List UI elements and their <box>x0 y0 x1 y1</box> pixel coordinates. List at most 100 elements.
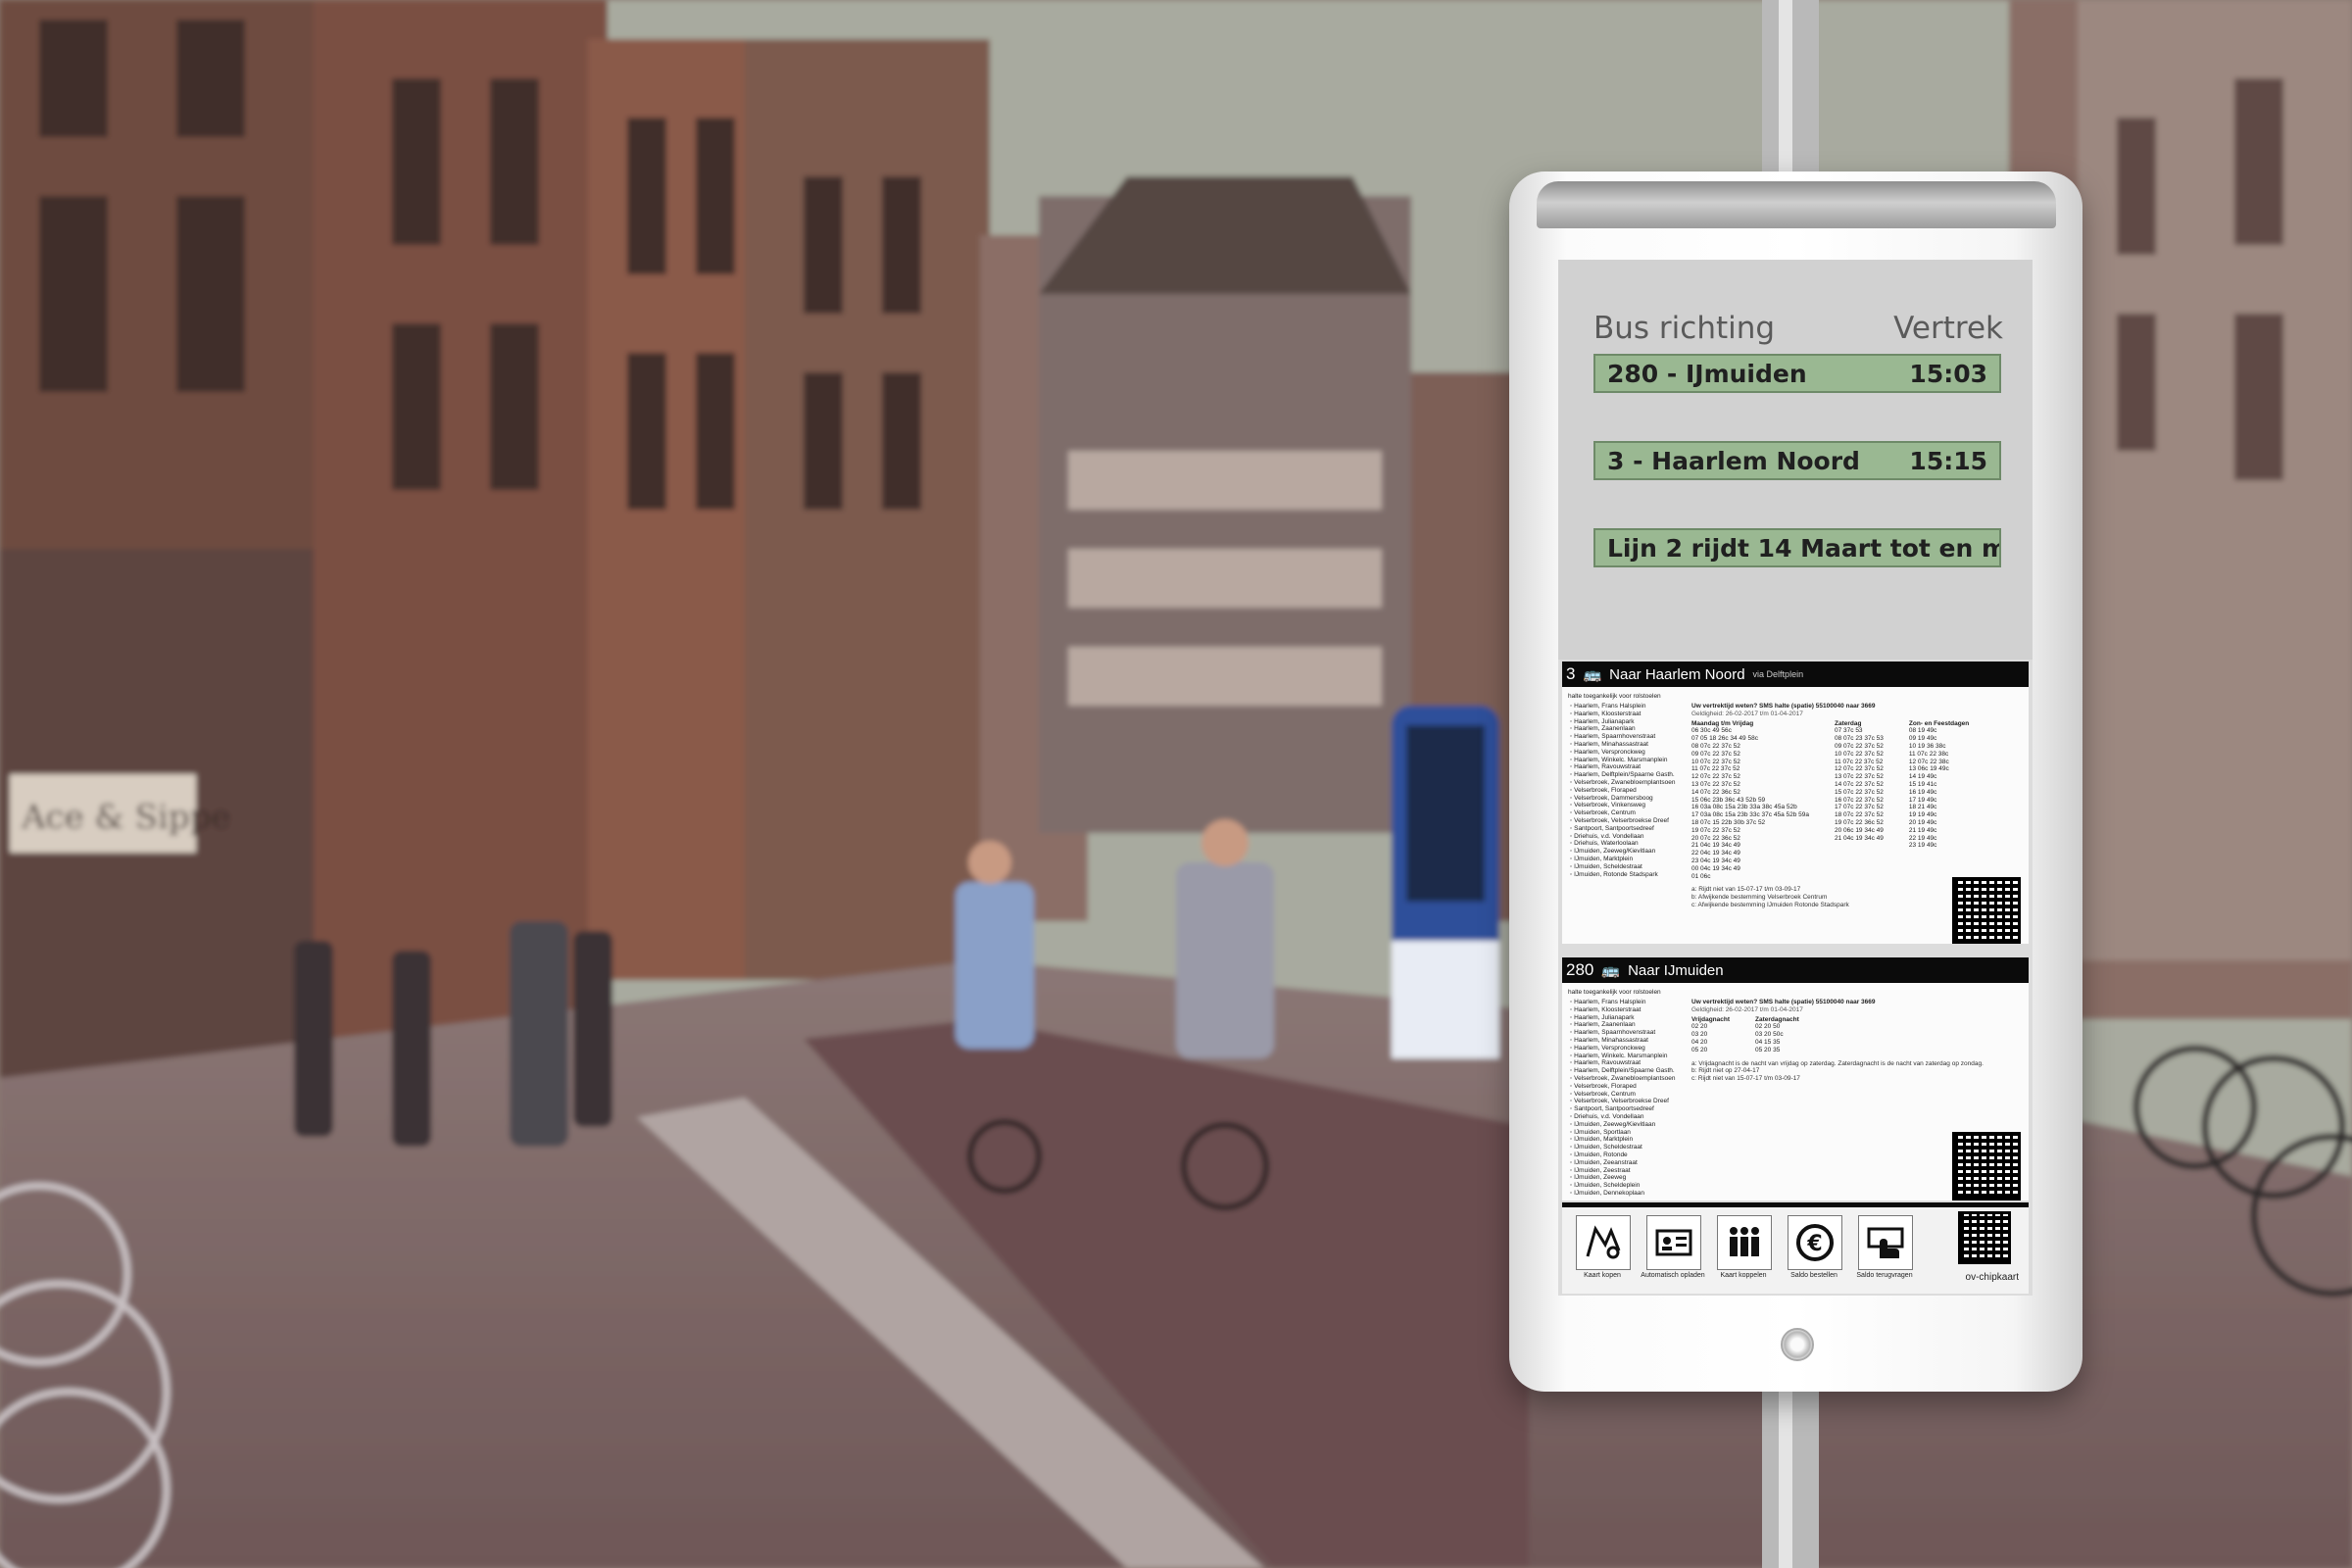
solar-panel-cap <box>1537 181 2056 228</box>
sign-button[interactable] <box>1781 1328 1814 1361</box>
schedule-row: 15 07c 22 37c 52 <box>1835 788 1884 796</box>
stop-item: ◦ IJmuiden, Rotonde <box>1570 1151 1628 1158</box>
tram-front-window <box>1406 725 1485 902</box>
schedule-column: Zaterdagnacht 02 20 50 03 20 50c 04 15 35 05… <box>1755 1016 1799 1054</box>
departure-label: Vertrek <box>1893 311 2003 346</box>
qr-code[interactable] <box>1958 1211 2011 1264</box>
stop-item: ◦ Haarlem, Spaarnhovenstraat <box>1570 1029 1656 1037</box>
schedule-column-title: Zaterdag <box>1835 719 1862 727</box>
epaper-screen: Bus richting Vertrek 280 - IJmuiden 15:0… <box>1558 260 2033 1296</box>
schedule-column-title: Maandag t/m Vrijdag <box>1691 719 1754 727</box>
stop-item: ◦ Velserbroek, Floraped <box>1570 786 1637 794</box>
schedule-row: 11 07c 22 37c 52 <box>1691 765 1740 773</box>
stop-item: ◦ IJmuiden, Scheldestraat <box>1570 1144 1642 1152</box>
sms-info: Uw vertrektijd weten? SMS halte (spatie)… <box>1691 999 1876 1005</box>
departure-route: 3 - Haarlem Noord <box>1607 446 1860 475</box>
stop-item: ◦ IJmuiden, Zeeweg/Kievitlaan <box>1570 848 1656 856</box>
schedule-row: 21 19 49c <box>1908 826 1937 834</box>
stop-item: ◦ Haarlem, Ravouwstraat <box>1570 1059 1642 1067</box>
schedule-row: 04 15 35 <box>1755 1038 1781 1046</box>
shop-sign-text: Ace & Sippe <box>21 798 230 837</box>
stop-item: ◦ IJmuiden, Sportlaan <box>1570 1128 1631 1136</box>
stop-item: ◦ Haarlem, Winkelc. Marsmanplein <box>1570 1052 1668 1059</box>
timetable-info: Uw vertrektijd weten? SMS halte (spatie)… <box>1691 999 2025 1083</box>
schedule-row: 20 07c 22 36c 52 <box>1691 834 1740 842</box>
schedule-column: Zon- en Feestdagen 08 19 49c 09 19 49c 10 1… <box>1909 720 1969 881</box>
schedule-row: 05 20 35 <box>1755 1046 1781 1054</box>
schedule-columns: Maandag t/m Vrijdag 06 30c 49 56c 07 05 18… <box>1691 720 2025 881</box>
stop-item: ◦ Velserbroek, Dammersboog <box>1570 794 1653 802</box>
schedule-row: 02 20 <box>1691 1023 1708 1031</box>
schedule-row: 20 19 49c <box>1908 818 1937 826</box>
stop-item: ◦ IJmuiden, Scheldeplein <box>1570 1182 1641 1190</box>
stop-item: ◦ Velserbroek, Zwanebloemplantsoen <box>1570 1074 1676 1082</box>
schedule-column: Vrijdagnacht 02 20 03 20 04 20 05 20 <box>1691 1016 1730 1054</box>
schedule-row: 19 19 49c <box>1908 811 1937 819</box>
schedule-row: 12 07c 22 37c 52 <box>1691 773 1740 781</box>
stop-item: ◦ IJmuiden, Dennekoplaan <box>1570 1189 1645 1197</box>
stop-item: ◦ IJmuiden, Zeeanstraat <box>1570 1158 1638 1166</box>
schedule-row: 16 07c 22 37c 52 <box>1835 796 1884 804</box>
schedule-row: 00 04c 19 34c 49 <box>1691 864 1740 872</box>
stop-item: ◦ IJmuiden, Scheldestraat <box>1570 862 1642 870</box>
stop-item: ◦ Haarlem, Frans Halsplein <box>1570 999 1646 1005</box>
schedule-row: 09 07c 22 37c 52 <box>1691 750 1740 758</box>
schedule-row: 09 19 49c <box>1908 735 1937 743</box>
stop-item: ◦ Velserbroek, Centrum <box>1570 1090 1636 1098</box>
schedule-row: 17 07c 22 37c 52 <box>1835 804 1884 811</box>
stop-item: ◦ Velserbroek, Zwanebloemplantsoen <box>1570 778 1676 786</box>
schedule-row: 07 37c 53 <box>1835 727 1863 735</box>
validity-text: Geldigheid: 26-02-2017 t/m 01-04-2017 <box>1691 710 1803 717</box>
schedule-row: 23 04c 19 34c 49 <box>1691 857 1740 864</box>
stop-list: ◦ Haarlem, Frans Halsplein ◦ Haarlem, Klo… <box>1570 999 1692 1198</box>
map-route-icon[interactable] <box>1576 1215 1631 1270</box>
stop-item: ◦ Santpoort, Santpoortsedreef <box>1570 1105 1654 1113</box>
qr-code[interactable] <box>1952 1132 2021 1200</box>
timetable-note: c: Rijdt niet van 15-07-17 t/m 03-09-17 <box>1691 1075 1800 1083</box>
schedule-row: 04 20 <box>1691 1038 1708 1046</box>
stop-item: ◦ Velserbroek, Centrum <box>1570 809 1636 817</box>
stop-item: ◦ Haarlem, Kloosterstraat <box>1570 1005 1642 1013</box>
schedule-column-title: Zon- en Feestdagen <box>1908 719 1970 727</box>
timetable-destination: Naar Haarlem Noord <box>1609 665 1745 683</box>
stop-item: ◦ Haarlem, Julianapark <box>1570 1013 1635 1021</box>
stop-item: ◦ Haarlem, Delftplein/Spaarne Gasth. <box>1570 1067 1675 1075</box>
wheelchair-hint: halte toegankelijk voor rolstoelen <box>1568 989 1661 996</box>
id-card-icon[interactable] <box>1646 1215 1701 1270</box>
schedule-row: 06 30c 49 56c <box>1691 727 1732 735</box>
schedule-column: Maandag t/m Vrijdag 06 30c 49 56c 07 05 18… <box>1691 720 1809 881</box>
stop-item: ◦ IJmuiden, Zeeweg/Kievitlaan <box>1570 1120 1656 1128</box>
timetable-via: via Delftplein <box>1752 669 1804 679</box>
euro-icon[interactable]: € <box>1788 1215 1842 1270</box>
timetable-note: a: Vrijdagnacht is de nacht van vrijdag … <box>1691 1059 1984 1067</box>
schedule-row: 07 05 18 26c 34 49 58c <box>1691 735 1758 743</box>
stop-item: ◦ Velserbroek, Velserbroekse Dreef <box>1570 816 1669 824</box>
stop-item: ◦ Haarlem, Minahassastraat <box>1570 740 1648 748</box>
line-number: 280 <box>1566 960 1594 979</box>
wheelchair-hint: halte toegankelijk voor rolstoelen <box>1568 693 1661 700</box>
schedule-row: 21 04c 19 34c 49 <box>1835 834 1884 842</box>
schedule-row: 22 19 49c <box>1908 834 1937 842</box>
departures-header: Bus richting Vertrek <box>1593 311 2003 346</box>
schedule-row: 12 07c 22 38c <box>1908 758 1949 765</box>
timetable-line-3: 3 🚌 Naar Haarlem Noord via Delftplein ha… <box>1562 662 2029 944</box>
departure-time: 15:15 <box>1909 446 1987 475</box>
card-payment-icon[interactable] <box>1858 1215 1913 1270</box>
schedule-row: 11 07c 22 38c <box>1908 750 1949 758</box>
line-number: 3 <box>1566 664 1576 683</box>
schedule-row: 18 07c 15 22b 30b 37c 52 <box>1691 818 1766 826</box>
schedule-row: 09 07c 22 37c 52 <box>1835 742 1884 750</box>
qr-code[interactable] <box>1952 877 2021 944</box>
schedule-row: 19 07c 22 36c 52 <box>1835 818 1884 826</box>
ov-chipkaart-services: Kaart kopen Automatisch opladen Kaart ko… <box>1562 1202 2029 1294</box>
service-label: Saldo terugvragen <box>1856 1272 1913 1279</box>
stop-item: ◦ Haarlem, Spaarnhovenstraat <box>1570 733 1656 741</box>
stop-item: ◦ Velserbroek, Vinkensweg <box>1570 802 1645 809</box>
schedule-row: 22 04c 19 34c 49 <box>1691 850 1740 858</box>
stop-item: ◦ Haarlem, Verspronckweg <box>1570 1044 1645 1052</box>
schedule-row: 17 19 49c <box>1908 796 1937 804</box>
stop-item: ◦ Driehuis, v.d. Vondellaan <box>1570 832 1644 840</box>
stop-item: ◦ Haarlem, Kloosterstraat <box>1570 710 1642 717</box>
people-icon[interactable] <box>1717 1215 1772 1270</box>
stop-item: ◦ IJmuiden, Marktplein <box>1570 855 1634 862</box>
